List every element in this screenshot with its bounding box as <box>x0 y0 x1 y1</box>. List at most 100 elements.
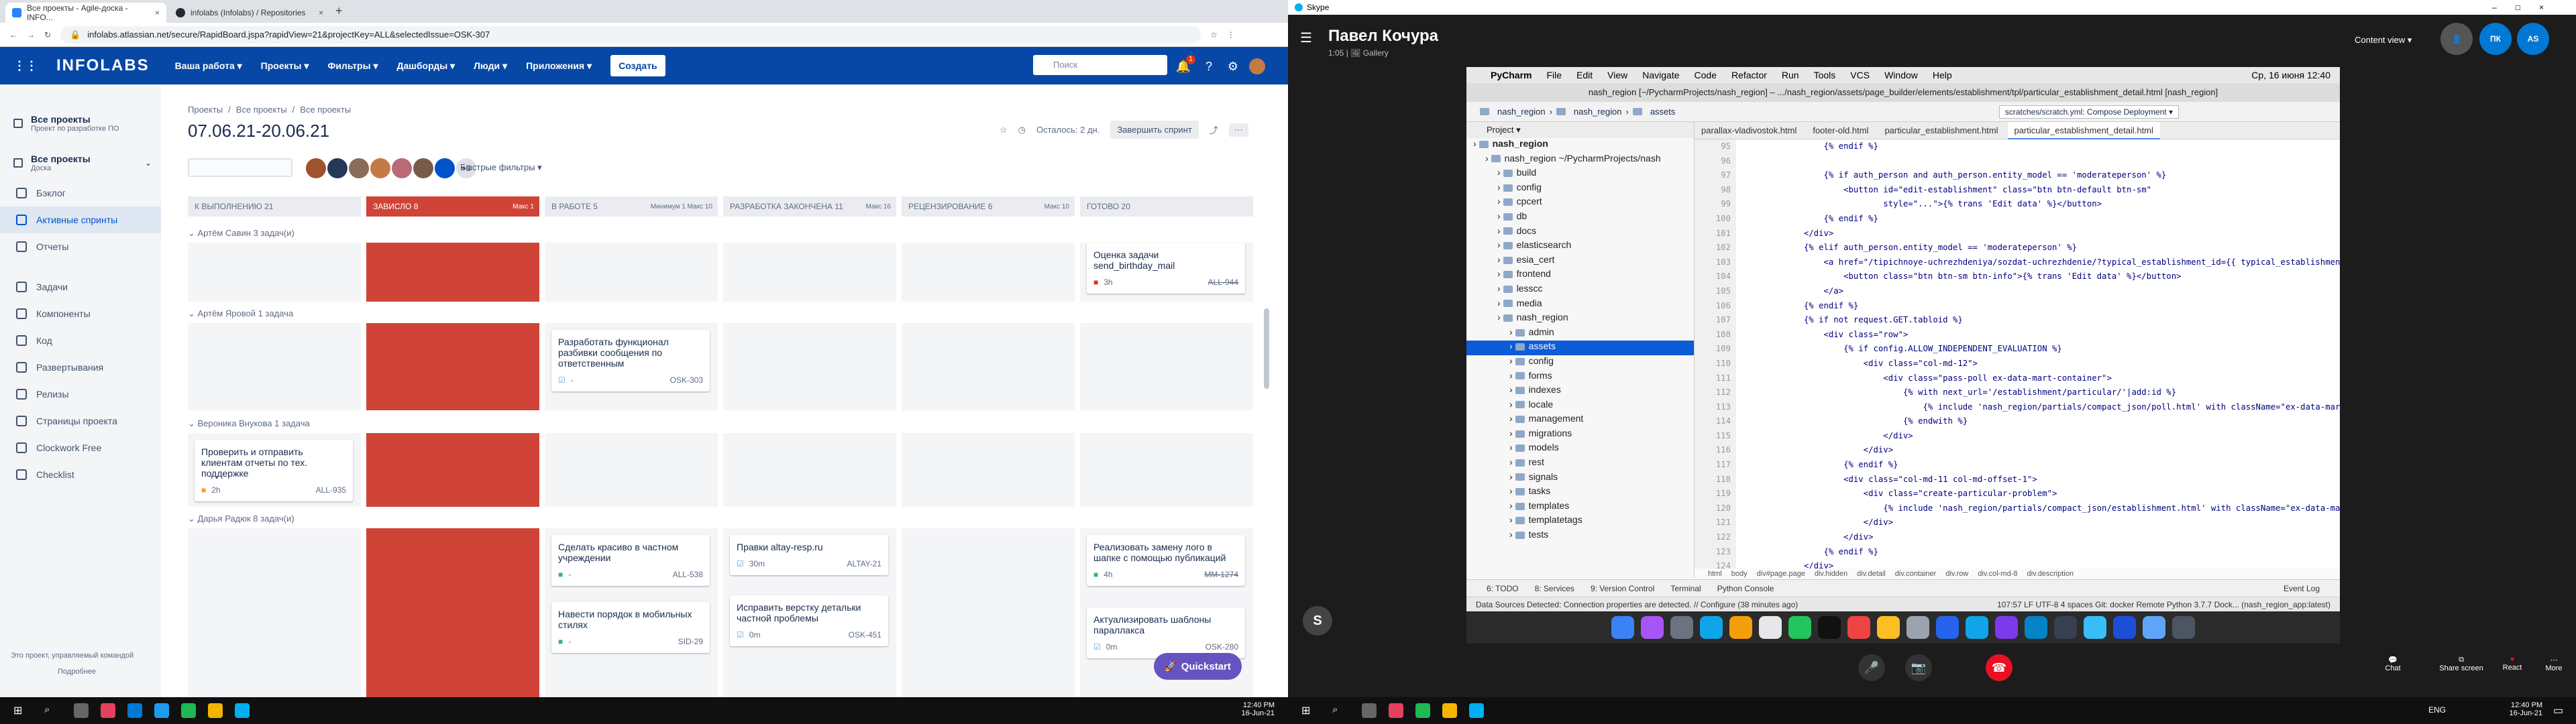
app-icon[interactable] <box>127 703 142 718</box>
sidebar-item-backlog[interactable]: Бэклог <box>0 180 161 206</box>
editor-tab-active[interactable]: particular_establishment_detail.html <box>2007 121 2160 139</box>
menu-item[interactable]: Refactor <box>1731 70 1767 80</box>
code-line[interactable] <box>1744 154 2340 169</box>
start-icon[interactable]: ⊞ <box>13 704 22 717</box>
code-line[interactable]: </div> <box>1744 443 2340 458</box>
finder-icon[interactable] <box>1611 616 1634 639</box>
code-line[interactable]: {% endif %} <box>1744 212 2340 227</box>
app-icon[interactable] <box>1847 616 1870 639</box>
tree-item[interactable]: › admin <box>1466 326 1694 341</box>
tree-item[interactable]: › rest <box>1466 457 1694 471</box>
html-crumb[interactable]: div.row <box>1945 570 1968 578</box>
sidebar-item-deployments[interactable]: Развертывания <box>0 354 161 381</box>
notes-icon[interactable] <box>1877 616 1900 639</box>
skype-icon[interactable] <box>1469 703 1484 718</box>
expand-arrow-icon[interactable]: › <box>1497 254 1503 265</box>
task-view-icon[interactable] <box>74 703 89 718</box>
forward-icon[interactable]: → <box>27 30 35 40</box>
nav-people[interactable]: Люди ▾ <box>474 60 507 72</box>
tree-item[interactable]: › management <box>1466 413 1694 428</box>
nav-apps[interactable]: Приложения ▾ <box>526 60 592 72</box>
breadcrumb-item[interactable]: Проекты <box>188 105 223 115</box>
expand-arrow-icon[interactable]: › <box>1509 500 1515 511</box>
expand-arrow-icon[interactable]: › <box>1509 399 1515 410</box>
tree-item[interactable]: › config <box>1466 182 1694 196</box>
tree-item[interactable]: › esia_cert <box>1466 254 1694 269</box>
add-people-icon[interactable]: 👤 <box>2440 23 2473 55</box>
app-icon[interactable] <box>1995 616 2018 639</box>
avatar[interactable] <box>327 158 347 178</box>
share-screen-button[interactable]: ⧉ Share screen <box>2438 656 2485 672</box>
tree-item[interactable]: › locale <box>1466 399 1694 414</box>
expand-arrow-icon[interactable]: › <box>1509 529 1515 540</box>
tree-item[interactable]: › tasks <box>1466 485 1694 500</box>
help-icon[interactable]: ? <box>1201 58 1217 74</box>
html-crumb[interactable]: body <box>1731 570 1748 578</box>
code-line[interactable]: </a> <box>1744 284 2340 299</box>
expand-arrow-icon[interactable]: › <box>1509 326 1515 337</box>
browser-tab-jira[interactable]: Все проекты - Agile-доска - INFO... × <box>5 3 166 23</box>
sidebar-item-project-pages[interactable]: Страницы проекта <box>0 408 161 434</box>
search-icon[interactable]: ⌕ <box>1332 704 1338 715</box>
camera-icon[interactable]: 📷 <box>1905 654 1932 681</box>
code-line[interactable]: {% endif %} <box>1744 545 2340 560</box>
launchpad-icon[interactable] <box>1670 616 1693 639</box>
participant-avatar[interactable]: AS <box>2517 23 2549 55</box>
menu-item[interactable]: Window <box>1884 70 1918 80</box>
code-line[interactable]: {% endif %} <box>1744 139 2340 154</box>
tree-item[interactable]: › elasticsearch <box>1466 239 1694 254</box>
tree-item[interactable]: › nash_region <box>1466 312 1694 326</box>
terminal-icon[interactable] <box>1818 616 1841 639</box>
search-icon[interactable]: ⌕ <box>44 704 50 715</box>
code-line[interactable]: <div class="create-particular-problem"> <box>1744 487 2340 501</box>
expand-arrow-icon[interactable]: › <box>1509 485 1515 496</box>
avatar[interactable] <box>349 158 369 178</box>
chrome-icon[interactable] <box>208 703 223 718</box>
app-icon[interactable] <box>154 703 169 718</box>
learn-more-link[interactable]: Подробнее <box>58 668 96 676</box>
app-switcher-icon[interactable]: ⋮⋮ <box>13 59 38 73</box>
tree-item[interactable]: › media <box>1466 298 1694 312</box>
code-editor[interactable]: 95 96 97 98 99 100 101 102 103 104 105 106 107 108 109… <box>1695 139 2340 574</box>
complete-sprint-button[interactable]: Завершить спринт <box>1110 121 1199 139</box>
html-crumb[interactable]: div.container <box>1895 570 1937 578</box>
tree-item[interactable]: › models <box>1466 442 1694 457</box>
more-button[interactable]: ⋯ More <box>2537 656 2571 672</box>
sidebar-item-clockwork[interactable]: Clockwork Free <box>0 434 161 461</box>
browser-menu-icon[interactable]: ⋮ <box>1227 30 1235 40</box>
quickstart-button[interactable]: 🚀 Quickstart <box>1154 653 1242 680</box>
menu-item[interactable]: Code <box>1695 70 1717 80</box>
tree-item[interactable]: › cpcert <box>1466 196 1694 210</box>
nav-crumb[interactable]: nash_region <box>1497 107 1546 117</box>
swimlane-header[interactable]: ⌄ Дарья Радюк 8 задач(и) <box>188 511 294 527</box>
issue-card[interactable]: Исправить верстку детальки частной пробл… <box>730 595 888 646</box>
run-config-dropdown[interactable]: scratches/scratch.yml: Compose Deploymen… <box>1998 105 2179 119</box>
html-crumb[interactable]: div.description <box>2027 570 2074 578</box>
spotify-icon[interactable] <box>1415 703 1430 718</box>
user-avatar[interactable] <box>1249 58 1265 74</box>
tab-close-icon[interactable]: × <box>155 8 160 17</box>
menu-item[interactable]: Run <box>1782 70 1799 80</box>
expand-arrow-icon[interactable]: › <box>1509 384 1515 395</box>
editor-tab[interactable]: parallax-vladivostok.html <box>1695 122 1803 139</box>
infolabs-logo[interactable]: INFOLABS <box>56 56 150 75</box>
code-line[interactable]: style="...">{% trans 'Edit data' %}</but… <box>1744 197 2340 212</box>
code-line[interactable]: </div> <box>1744 516 2340 530</box>
code-line[interactable]: {% endif %} <box>1744 458 2340 473</box>
avatar[interactable] <box>306 158 326 178</box>
tree-item[interactable]: › tests <box>1466 529 1694 544</box>
menu-item[interactable]: Help <box>1933 70 1952 80</box>
chrome-icon[interactable] <box>1729 616 1752 639</box>
skype-icon[interactable] <box>2025 616 2047 639</box>
expand-arrow-icon[interactable]: › <box>1473 138 1479 149</box>
react-button[interactable]: ♥ React <box>2496 656 2529 672</box>
breadcrumb-item[interactable]: Все проекты <box>236 105 287 115</box>
swimlane-header[interactable]: ⌄ Вероника Внукова 1 задача <box>188 416 310 432</box>
status-details[interactable]: 107:57 LF UTF-8 4 spaces Git: docker Rem… <box>1997 600 2330 609</box>
expand-arrow-icon[interactable]: › <box>1497 298 1503 308</box>
task-view-icon[interactable] <box>1362 703 1377 718</box>
tool-window-button[interactable]: Python Console <box>1717 584 1774 593</box>
code-line[interactable]: {% if auth_person and auth_person.entity… <box>1744 168 2340 183</box>
url-field[interactable]: 🔒 infolabs.atlassian.net/secure/RapidBoa… <box>60 25 1201 44</box>
issue-card[interactable]: Актуализировать шаблоны параллакса ☑ 0m OS… <box>1087 607 1245 658</box>
